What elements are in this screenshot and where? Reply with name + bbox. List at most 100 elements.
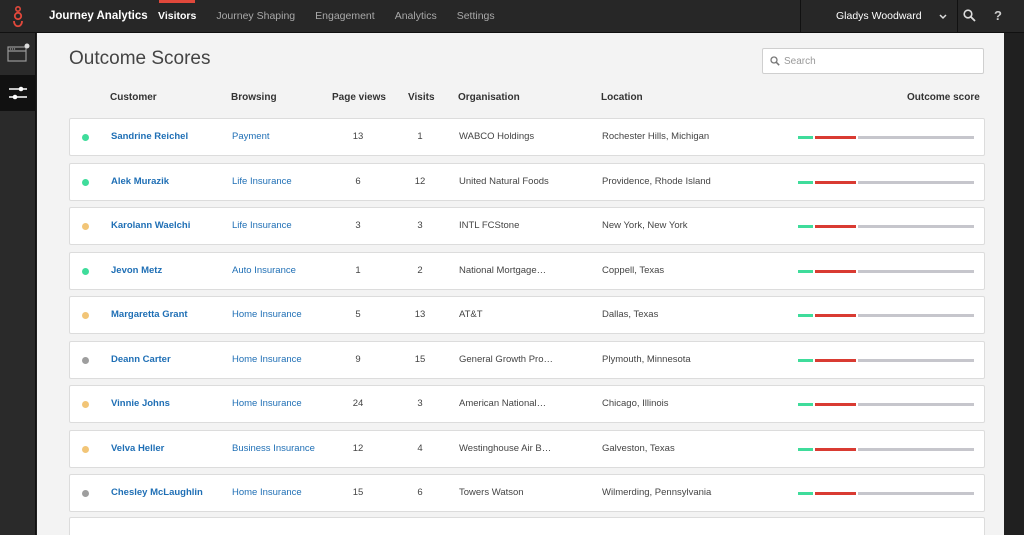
- location-value: Chicago, Illinois: [602, 398, 669, 409]
- customer-name-link[interactable]: Jevon Metz: [111, 253, 162, 289]
- sliders-icon[interactable]: [0, 75, 36, 111]
- nav-settings[interactable]: Settings: [447, 0, 505, 33]
- visits-value: 12: [414, 175, 426, 187]
- score-segment-grey: [858, 403, 974, 406]
- table-row[interactable]: Chesley McLaughlin Home Insurance 15 6 Tower…: [69, 474, 985, 512]
- organisation-value: WABCO Holdings: [459, 131, 535, 142]
- location-value: Wilmerding, Pennsylvania: [602, 487, 712, 498]
- help-icon[interactable]: ?: [994, 8, 1002, 23]
- nav-visitors[interactable]: Visitors: [148, 0, 206, 33]
- header-browsing[interactable]: Browsing: [231, 92, 277, 103]
- organisation-value: United Natural Foods: [459, 175, 549, 187]
- table-row[interactable]: Sandrine Reichel Payment 13 1 WABCO Holdings…: [69, 118, 985, 156]
- browsing-link[interactable]: Life Insurance: [232, 164, 292, 200]
- header-organisation[interactable]: Organisation: [458, 92, 520, 103]
- browsing-link[interactable]: Business Insurance: [232, 431, 315, 467]
- nav-journey-shaping[interactable]: Journey Shaping: [206, 0, 305, 33]
- score-segment-red: [815, 492, 856, 495]
- customer-name-link[interactable]: Karolann Waelchi: [111, 208, 190, 244]
- outcome-score-bar: [798, 269, 974, 273]
- organisation-value: INTL FCStone: [459, 220, 520, 231]
- customer-name-link[interactable]: Sandrine Reichel: [111, 119, 188, 155]
- header-page-views[interactable]: Page views: [332, 92, 386, 103]
- table-row[interactable]: Karolann Waelchi Life Insurance 3 3 INTL FCS…: [69, 207, 985, 245]
- organisation-value: General Growth Pro…: [459, 353, 553, 365]
- table-row[interactable]: Alek Murazik Life Insurance 6 12 United Natu…: [69, 162, 985, 201]
- page-views-value: 5: [355, 309, 361, 320]
- browsing-link[interactable]: Home Insurance: [232, 342, 302, 378]
- organisation-value: National Mortgage…: [459, 264, 547, 276]
- genesys-logo-icon[interactable]: [0, 0, 36, 33]
- search-input[interactable]: [784, 49, 979, 73]
- table-row[interactable]: Vinnie Johns Home Insurance 24 3 American Na…: [69, 385, 985, 423]
- score-segment-red: [815, 180, 856, 184]
- customer-name-link[interactable]: Alek Murazik: [111, 164, 169, 200]
- search-box[interactable]: [762, 48, 984, 74]
- browsing-link[interactable]: Home Insurance: [232, 386, 302, 422]
- status-dot: [82, 356, 89, 364]
- header-visits[interactable]: Visits: [408, 92, 435, 103]
- table-row[interactable]: Deann Carter Home Insurance 9 15 General Gro…: [69, 340, 985, 379]
- table-row[interactable]: Velva Heller Business Insurance 12 4 Westing…: [69, 429, 985, 468]
- location-value: Providence, Rhode Island: [602, 175, 711, 187]
- score-segment-green: [798, 180, 813, 184]
- location-value: Galveston, Texas: [602, 442, 675, 454]
- score-segment-green: [798, 225, 813, 228]
- nav-engagement[interactable]: Engagement: [305, 0, 385, 33]
- organisation-value: American National…: [459, 398, 547, 409]
- scrollbar-track[interactable]: [1004, 33, 1024, 535]
- search-icon[interactable]: [963, 9, 976, 27]
- status-dot: [82, 445, 89, 453]
- app-title: Journey Analytics: [49, 10, 148, 22]
- score-segment-grey: [858, 447, 974, 451]
- table-row[interactable]: Margaretta Grant Home Insurance 5 13 AT&T Dal…: [69, 296, 985, 334]
- score-segment-green: [798, 492, 813, 495]
- score-segment-green: [798, 403, 813, 406]
- browsing-link[interactable]: Auto Insurance: [232, 253, 296, 289]
- browsing-link[interactable]: Life Insurance: [232, 208, 292, 244]
- visits-value: 1: [417, 131, 423, 142]
- customer-name-link[interactable]: Vinnie Johns: [111, 386, 170, 422]
- outcome-score-bar: [798, 136, 974, 139]
- customer-name-link[interactable]: Deann Carter: [111, 342, 171, 378]
- search-icon: [770, 56, 780, 66]
- header-customer[interactable]: Customer: [110, 92, 157, 103]
- outcome-score-bar: [798, 314, 974, 317]
- page-views-value: 1: [355, 264, 361, 276]
- browsing-link[interactable]: Home Insurance: [232, 297, 302, 333]
- status-dot: [82, 490, 89, 497]
- table-row[interactable]: Jevon Metz Auto Insurance 1 2 National Mortg…: [69, 251, 985, 290]
- location-value: Coppell, Texas: [602, 264, 665, 276]
- score-segment-grey: [858, 180, 974, 184]
- customer-name-link[interactable]: Velva Heller: [111, 431, 164, 467]
- window-icon[interactable]: [0, 35, 36, 71]
- page-views-value: 12: [352, 442, 364, 454]
- score-segment-grey: [858, 492, 974, 495]
- location-value: Plymouth, Minnesota: [602, 353, 691, 365]
- header-outcome-score[interactable]: Outcome score: [907, 92, 980, 103]
- organisation-value: Westinghouse Air B…: [459, 442, 552, 454]
- customer-name-link[interactable]: Margaretta Grant: [111, 297, 188, 333]
- main-content: Outcome Scores Customer Browsing Page vi…: [37, 33, 1004, 535]
- status-dot: [82, 223, 89, 230]
- header-location[interactable]: Location: [601, 92, 643, 103]
- status-dot: [82, 401, 89, 408]
- status-dot: [82, 267, 89, 275]
- score-segment-red: [815, 136, 856, 139]
- score-segment-red: [815, 403, 856, 406]
- customer-name-link[interactable]: Chesley McLaughlin: [111, 475, 203, 511]
- browsing-link[interactable]: Payment: [232, 119, 270, 155]
- visits-value: 4: [417, 442, 423, 454]
- nav-analytics[interactable]: Analytics: [385, 0, 447, 33]
- status-dot: [82, 312, 89, 319]
- score-segment-grey: [858, 314, 974, 317]
- visits-value: 3: [417, 398, 423, 409]
- user-menu[interactable]: Gladys Woodward: [800, 0, 958, 33]
- score-segment-green: [798, 136, 813, 139]
- browsing-link[interactable]: Home Insurance: [232, 475, 302, 511]
- table-row-partial[interactable]: [69, 517, 985, 535]
- top-bar: Journey Analytics Visitors Journey Shapi…: [0, 0, 1024, 33]
- user-name: Gladys Woodward: [836, 10, 922, 22]
- score-segment-grey: [858, 269, 974, 273]
- page-views-value: 9: [355, 353, 361, 365]
